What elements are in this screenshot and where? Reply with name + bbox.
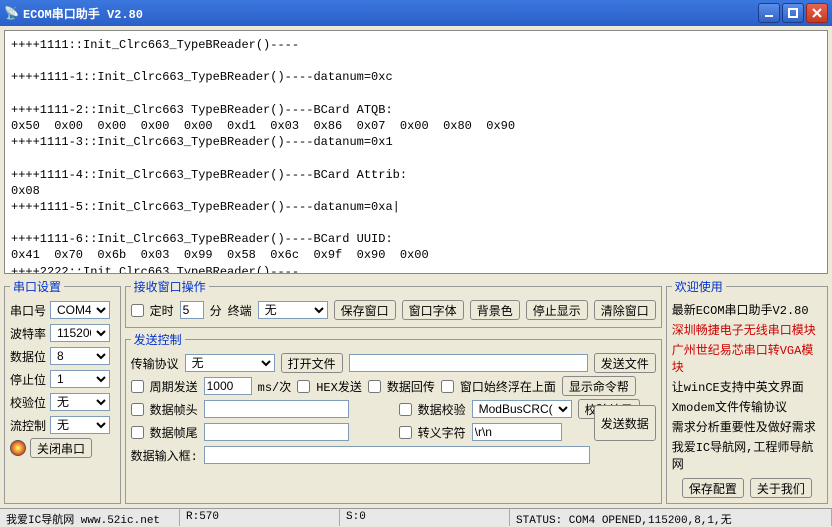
pause-button[interactable]: 停止显示 <box>526 300 588 320</box>
proto-label: 传输协议 <box>131 355 179 372</box>
crc-label: 数据校验 <box>418 401 466 418</box>
hex-checkbox[interactable] <box>297 380 310 393</box>
stopbits-select[interactable]: 1 <box>50 370 110 388</box>
period-checkbox[interactable] <box>131 380 144 393</box>
databits-select[interactable]: 8 <box>50 347 110 365</box>
period-unit: ms/次 <box>258 378 292 395</box>
app-icon: 📡 <box>4 6 19 21</box>
window-title: ECOM串口助手 V2.80 <box>19 5 756 22</box>
open-file-button[interactable]: 打开文件 <box>281 353 343 373</box>
head-checkbox[interactable] <box>131 403 144 416</box>
parity-select[interactable]: 无 <box>50 393 110 411</box>
data-input[interactable] <box>204 446 590 464</box>
link-shenzhen[interactable]: 深圳畅捷电子无线串口模块 <box>672 321 822 338</box>
file-path-input[interactable] <box>349 354 588 372</box>
send-control-group: 发送控制 传输协议 无 打开文件 发送文件 周期发送 ms/次 HEX发送 <box>125 331 662 504</box>
link-wince[interactable]: 让winCE支持中英文界面 <box>672 378 822 395</box>
input-label: 数据输入框: <box>131 447 198 464</box>
esc-input[interactable] <box>472 423 562 441</box>
databits-label: 数据位 <box>10 348 46 365</box>
status-led-icon <box>10 440 26 456</box>
port-no-label: 串口号 <box>10 302 46 319</box>
esc-checkbox[interactable] <box>399 426 412 439</box>
send-file-button[interactable]: 发送文件 <box>594 353 656 373</box>
ontop-checkbox[interactable] <box>441 380 454 393</box>
maximize-button[interactable] <box>782 3 804 23</box>
link-ic[interactable]: 我爱IC导航网,工程师导航网 <box>672 438 822 472</box>
port-settings-group: 串口设置 串口号COM4 波特率115200 数据位8 停止位1 校验位无 流控… <box>4 278 121 504</box>
timer-unit: 分 <box>210 302 222 319</box>
receive-textarea[interactable]: ++++1111::Init_Clrc663_TypeBReader()----… <box>4 30 828 274</box>
save-window-button[interactable]: 保存窗口 <box>334 300 396 320</box>
head-label: 数据帧头 <box>150 401 198 418</box>
status-rx: R:570 <box>180 509 340 526</box>
link-req[interactable]: 需求分析重要性及做好需求 <box>672 418 822 435</box>
status-tx: S:0 <box>340 509 510 526</box>
close-port-button[interactable]: 关闭串口 <box>30 438 92 458</box>
ontop-label: 窗口始终浮在上面 <box>460 378 556 395</box>
terminal-select[interactable]: 无 <box>258 301 328 319</box>
proto-select[interactable]: 无 <box>185 354 275 372</box>
flow-label: 流控制 <box>10 417 46 434</box>
baud-label: 波特率 <box>10 325 46 342</box>
parity-label: 校验位 <box>10 394 46 411</box>
status-bar: 我爱IC导航网 www.52ic.net R:570 S:0 STATUS: C… <box>0 508 832 526</box>
cmd-help-button[interactable]: 显示命令帮 <box>562 376 636 396</box>
head-input[interactable] <box>204 400 349 418</box>
terminal-label: 终端 <box>228 302 252 319</box>
crc-checkbox[interactable] <box>399 403 412 416</box>
clear-button[interactable]: 清除窗口 <box>594 300 656 320</box>
baud-select[interactable]: 115200 <box>50 324 110 342</box>
link-xmodem[interactable]: Xmodem文件传输协议 <box>672 398 822 415</box>
recv-legend: 接收窗口操作 <box>131 278 209 295</box>
minimize-button[interactable] <box>758 3 780 23</box>
welcome-group: 欢迎使用 最新ECOM串口助手V2.80 深圳畅捷电子无线串口模块 广州世纪易芯… <box>666 278 828 504</box>
tail-input[interactable] <box>204 423 349 441</box>
period-label: 周期发送 <box>150 378 198 395</box>
tail-checkbox[interactable] <box>131 426 144 439</box>
receive-ops-group: 接收窗口操作 定时 分 终端 无 保存窗口 窗口字体 背景色 停止显示 清除窗口 <box>125 278 662 328</box>
close-button[interactable] <box>806 3 828 23</box>
port-no-select[interactable]: COM4 <box>50 301 110 319</box>
titlebar: 📡 ECOM串口助手 V2.80 <box>0 0 832 26</box>
echo-checkbox[interactable] <box>368 380 381 393</box>
timer-label: 定时 <box>150 302 174 319</box>
timer-input[interactable] <box>180 301 204 319</box>
send-data-button[interactable]: 发送数据 <box>594 405 656 441</box>
tail-label: 数据帧尾 <box>150 424 198 441</box>
font-button[interactable]: 窗口字体 <box>402 300 464 320</box>
stopbits-label: 停止位 <box>10 371 46 388</box>
status-site: 我爱IC导航网 www.52ic.net <box>0 509 180 526</box>
save-config-button[interactable]: 保存配置 <box>682 478 744 498</box>
period-input[interactable] <box>204 377 252 395</box>
bgcolor-button[interactable]: 背景色 <box>470 300 520 320</box>
flow-select[interactable]: 无 <box>50 416 110 434</box>
crc-select[interactable]: ModBusCRC(低位1 <box>472 400 572 418</box>
send-legend: 发送控制 <box>131 331 185 348</box>
about-button[interactable]: 关于我们 <box>750 478 812 498</box>
welcome-legend: 欢迎使用 <box>672 278 726 295</box>
echo-label: 数据回传 <box>387 378 435 395</box>
link-latest[interactable]: 最新ECOM串口助手V2.80 <box>672 301 822 318</box>
esc-label: 转义字符 <box>418 424 466 441</box>
link-guangzhou[interactable]: 广州世纪易芯串口转VGA模块 <box>672 341 822 375</box>
hex-label: HEX发送 <box>316 378 362 395</box>
timer-checkbox[interactable] <box>131 304 144 317</box>
port-legend: 串口设置 <box>10 278 64 295</box>
status-conn: STATUS: COM4 OPENED,115200,8,1,无 <box>510 509 832 526</box>
